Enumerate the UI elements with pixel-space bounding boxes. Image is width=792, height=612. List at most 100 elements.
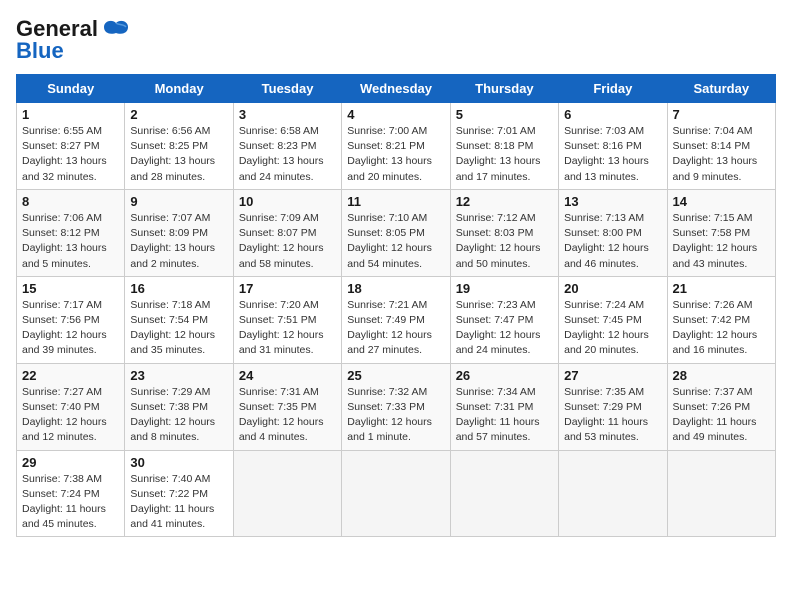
day-info: Sunrise: 7:27 AM Sunset: 7:40 PM Dayligh… — [22, 385, 119, 446]
day-cell-6: 6 Sunrise: 7:03 AM Sunset: 8:16 PM Daylig… — [559, 103, 667, 190]
calendar-week-row: 8 Sunrise: 7:06 AM Sunset: 8:12 PM Daylig… — [17, 189, 776, 276]
weekday-header-wednesday: Wednesday — [342, 75, 450, 103]
day-cell-8: 8 Sunrise: 7:06 AM Sunset: 8:12 PM Daylig… — [17, 189, 125, 276]
day-number: 23 — [130, 368, 227, 383]
day-cell-24: 24 Sunrise: 7:31 AM Sunset: 7:35 PM Dayli… — [233, 363, 341, 450]
day-number: 20 — [564, 281, 661, 296]
day-number: 11 — [347, 194, 444, 209]
day-cell-14: 14 Sunrise: 7:15 AM Sunset: 7:58 PM Dayli… — [667, 189, 775, 276]
day-number: 22 — [22, 368, 119, 383]
day-number: 25 — [347, 368, 444, 383]
day-info: Sunrise: 7:04 AM Sunset: 8:14 PM Dayligh… — [673, 124, 770, 185]
day-info: Sunrise: 7:13 AM Sunset: 8:00 PM Dayligh… — [564, 211, 661, 272]
day-cell-16: 16 Sunrise: 7:18 AM Sunset: 7:54 PM Dayli… — [125, 276, 233, 363]
day-info: Sunrise: 7:09 AM Sunset: 8:07 PM Dayligh… — [239, 211, 336, 272]
day-number: 8 — [22, 194, 119, 209]
day-info: Sunrise: 7:18 AM Sunset: 7:54 PM Dayligh… — [130, 298, 227, 359]
day-cell-18: 18 Sunrise: 7:21 AM Sunset: 7:49 PM Dayli… — [342, 276, 450, 363]
day-number: 6 — [564, 107, 661, 122]
calendar-week-row: 15 Sunrise: 7:17 AM Sunset: 7:56 PM Dayli… — [17, 276, 776, 363]
day-cell-10: 10 Sunrise: 7:09 AM Sunset: 8:07 PM Dayli… — [233, 189, 341, 276]
day-number: 5 — [456, 107, 553, 122]
day-cell-7: 7 Sunrise: 7:04 AM Sunset: 8:14 PM Daylig… — [667, 103, 775, 190]
day-number: 3 — [239, 107, 336, 122]
day-info: Sunrise: 7:37 AM Sunset: 7:26 PM Dayligh… — [673, 385, 770, 446]
day-number: 15 — [22, 281, 119, 296]
day-number: 18 — [347, 281, 444, 296]
day-number: 27 — [564, 368, 661, 383]
day-cell-9: 9 Sunrise: 7:07 AM Sunset: 8:09 PM Daylig… — [125, 189, 233, 276]
day-cell-12: 12Sunrise: 7:12 AM Sunset: 8:03 PM Dayli… — [450, 189, 558, 276]
weekday-header-saturday: Saturday — [667, 75, 775, 103]
day-info: Sunrise: 7:17 AM Sunset: 7:56 PM Dayligh… — [22, 298, 119, 359]
day-info: Sunrise: 7:29 AM Sunset: 7:38 PM Dayligh… — [130, 385, 227, 446]
empty-cell — [450, 450, 558, 537]
day-number: 1 — [22, 107, 119, 122]
weekday-header-friday: Friday — [559, 75, 667, 103]
day-cell-20: 20 Sunrise: 7:24 AM Sunset: 7:45 PM Dayli… — [559, 276, 667, 363]
logo: General Blue — [16, 16, 130, 64]
day-number: 28 — [673, 368, 770, 383]
day-cell-26: 26Sunrise: 7:34 AM Sunset: 7:31 PM Dayli… — [450, 363, 558, 450]
day-info: Sunrise: 7:06 AM Sunset: 8:12 PM Dayligh… — [22, 211, 119, 272]
day-cell-27: 27 Sunrise: 7:35 AM Sunset: 7:29 PM Dayli… — [559, 363, 667, 450]
day-number: 14 — [673, 194, 770, 209]
day-number: 24 — [239, 368, 336, 383]
day-cell-22: 22 Sunrise: 7:27 AM Sunset: 7:40 PM Dayli… — [17, 363, 125, 450]
day-info: Sunrise: 7:35 AM Sunset: 7:29 PM Dayligh… — [564, 385, 661, 446]
weekday-header-row: SundayMondayTuesdayWednesdayThursdayFrid… — [17, 75, 776, 103]
day-info: Sunrise: 7:10 AM Sunset: 8:05 PM Dayligh… — [347, 211, 444, 272]
empty-cell — [342, 450, 450, 537]
day-number: 17 — [239, 281, 336, 296]
day-number: 10 — [239, 194, 336, 209]
day-cell-29: 29 Sunrise: 7:38 AM Sunset: 7:24 PM Dayli… — [17, 450, 125, 537]
calendar-week-row: 22 Sunrise: 7:27 AM Sunset: 7:40 PM Dayli… — [17, 363, 776, 450]
day-number: 21 — [673, 281, 770, 296]
day-info: Sunrise: 7:26 AM Sunset: 7:42 PM Dayligh… — [673, 298, 770, 359]
weekday-header-thursday: Thursday — [450, 75, 558, 103]
day-info: Sunrise: 7:34 AM Sunset: 7:31 PM Dayligh… — [456, 385, 553, 446]
logo-text-blue: Blue — [16, 38, 64, 64]
day-number: 7 — [673, 107, 770, 122]
day-number: 2 — [130, 107, 227, 122]
day-info: Sunrise: 7:01 AM Sunset: 8:18 PM Dayligh… — [456, 124, 553, 185]
empty-cell — [233, 450, 341, 537]
day-number: 9 — [130, 194, 227, 209]
day-info: Sunrise: 7:38 AM Sunset: 7:24 PM Dayligh… — [22, 472, 119, 533]
day-number: 29 — [22, 455, 119, 470]
day-info: Sunrise: 7:00 AM Sunset: 8:21 PM Dayligh… — [347, 124, 444, 185]
day-cell-13: 13 Sunrise: 7:13 AM Sunset: 8:00 PM Dayli… — [559, 189, 667, 276]
weekday-header-sunday: Sunday — [17, 75, 125, 103]
day-info: Sunrise: 7:24 AM Sunset: 7:45 PM Dayligh… — [564, 298, 661, 359]
day-number: 13 — [564, 194, 661, 209]
day-cell-21: 21 Sunrise: 7:26 AM Sunset: 7:42 PM Dayli… — [667, 276, 775, 363]
day-info: Sunrise: 6:55 AM Sunset: 8:27 PM Dayligh… — [22, 124, 119, 185]
day-info: Sunrise: 6:58 AM Sunset: 8:23 PM Dayligh… — [239, 124, 336, 185]
day-number: 16 — [130, 281, 227, 296]
day-info: Sunrise: 7:03 AM Sunset: 8:16 PM Dayligh… — [564, 124, 661, 185]
day-cell-3: 3 Sunrise: 6:58 AM Sunset: 8:23 PM Daylig… — [233, 103, 341, 190]
empty-cell — [559, 450, 667, 537]
day-info: Sunrise: 7:21 AM Sunset: 7:49 PM Dayligh… — [347, 298, 444, 359]
day-cell-25: 25Sunrise: 7:32 AM Sunset: 7:33 PM Dayli… — [342, 363, 450, 450]
day-info: Sunrise: 7:23 AM Sunset: 7:47 PM Dayligh… — [456, 298, 553, 359]
logo-bird-icon — [102, 19, 130, 41]
day-info: Sunrise: 6:56 AM Sunset: 8:25 PM Dayligh… — [130, 124, 227, 185]
day-cell-23: 23 Sunrise: 7:29 AM Sunset: 7:38 PM Dayli… — [125, 363, 233, 450]
day-cell-30: 30Sunrise: 7:40 AM Sunset: 7:22 PM Dayli… — [125, 450, 233, 537]
day-number: 19 — [456, 281, 553, 296]
day-info: Sunrise: 7:07 AM Sunset: 8:09 PM Dayligh… — [130, 211, 227, 272]
day-cell-4: 4Sunrise: 7:00 AM Sunset: 8:21 PM Daylig… — [342, 103, 450, 190]
day-cell-28: 28 Sunrise: 7:37 AM Sunset: 7:26 PM Dayli… — [667, 363, 775, 450]
day-cell-1: 1 Sunrise: 6:55 AM Sunset: 8:27 PM Daylig… — [17, 103, 125, 190]
day-info: Sunrise: 7:15 AM Sunset: 7:58 PM Dayligh… — [673, 211, 770, 272]
day-info: Sunrise: 7:40 AM Sunset: 7:22 PM Dayligh… — [130, 472, 227, 533]
calendar-week-row: 1 Sunrise: 6:55 AM Sunset: 8:27 PM Daylig… — [17, 103, 776, 190]
day-cell-5: 5 Sunrise: 7:01 AM Sunset: 8:18 PM Daylig… — [450, 103, 558, 190]
weekday-header-monday: Monday — [125, 75, 233, 103]
empty-cell — [667, 450, 775, 537]
day-cell-15: 15 Sunrise: 7:17 AM Sunset: 7:56 PM Dayli… — [17, 276, 125, 363]
day-info: Sunrise: 7:31 AM Sunset: 7:35 PM Dayligh… — [239, 385, 336, 446]
day-info: Sunrise: 7:12 AM Sunset: 8:03 PM Dayligh… — [456, 211, 553, 272]
calendar-week-row: 29 Sunrise: 7:38 AM Sunset: 7:24 PM Dayli… — [17, 450, 776, 537]
